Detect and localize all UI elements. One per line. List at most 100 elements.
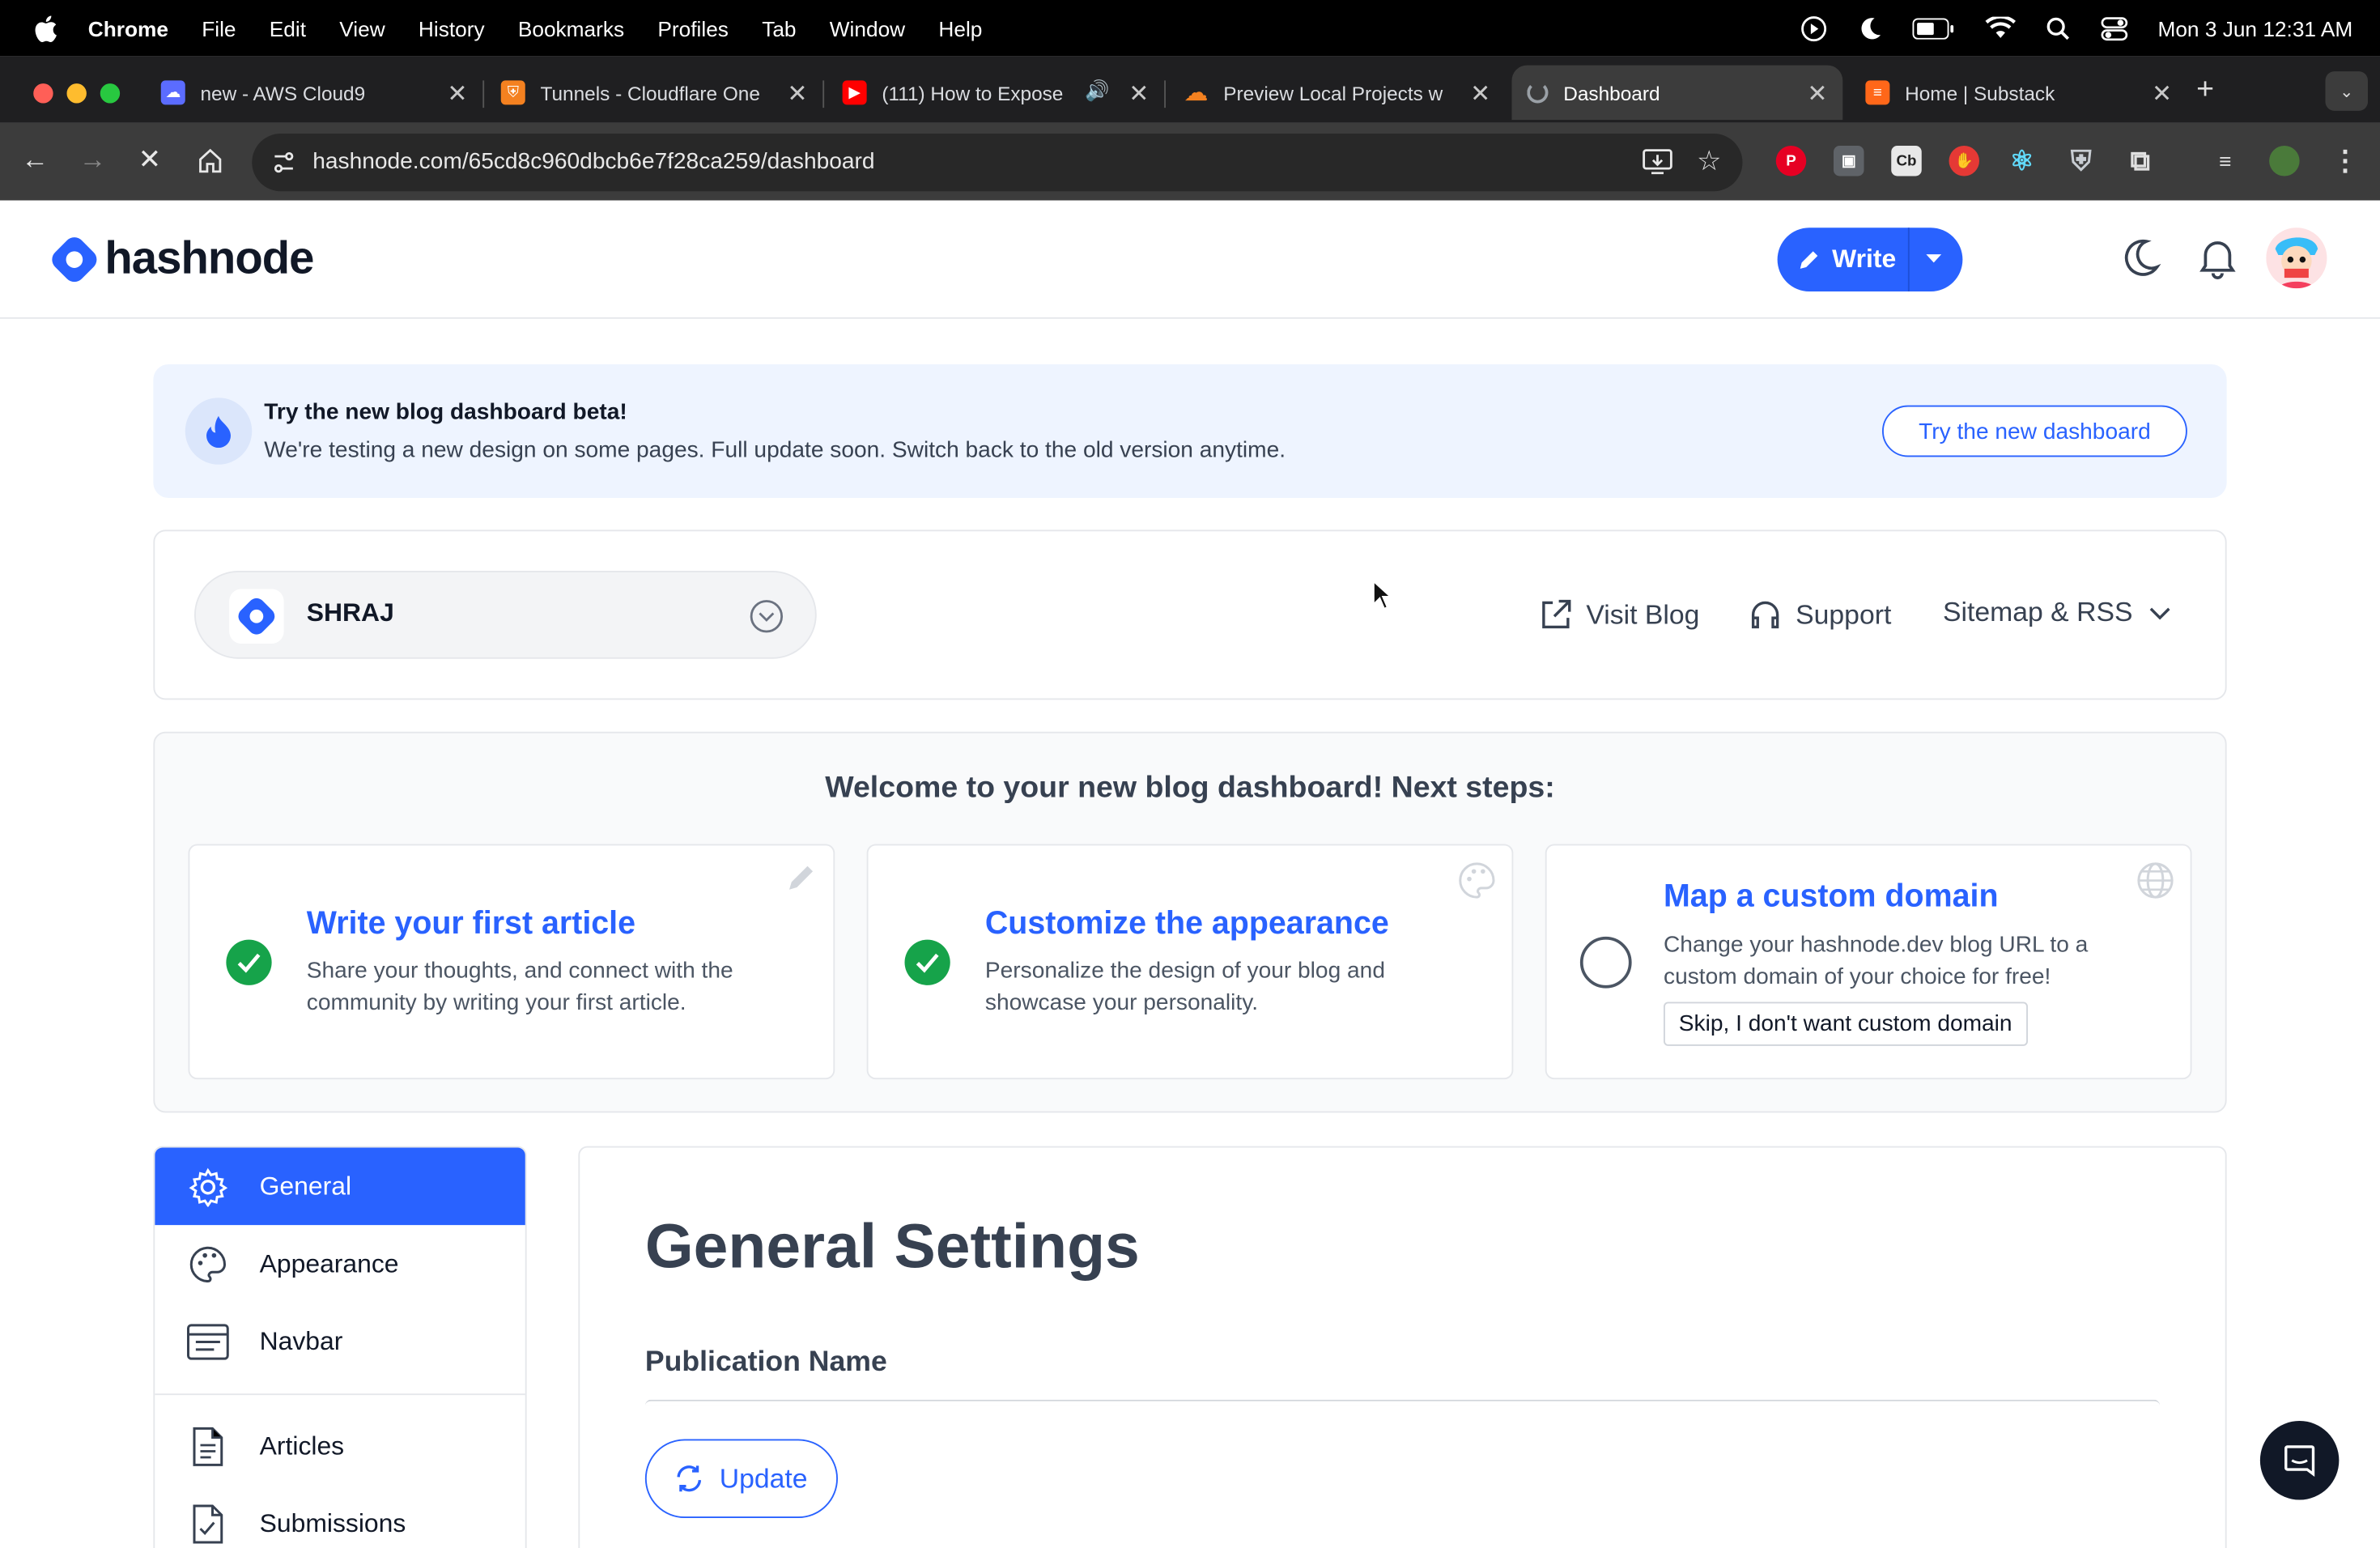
- menu-help[interactable]: Help: [938, 16, 982, 40]
- sidebar-item-submissions[interactable]: Submissions: [155, 1485, 525, 1548]
- sidebar-item-articles[interactable]: Articles: [155, 1407, 525, 1485]
- blog-selector[interactable]: SHRAJ: [194, 571, 817, 659]
- support-link[interactable]: Support: [1747, 597, 1891, 633]
- tab-search-button[interactable]: ⌄: [2325, 71, 2368, 111]
- support-label: Support: [1796, 598, 1892, 630]
- battery-icon[interactable]: [1911, 17, 1955, 39]
- sidebar-item-appearance[interactable]: Appearance: [155, 1225, 525, 1303]
- close-tab-icon[interactable]: ✕: [1807, 79, 1827, 110]
- tab-preview-local-projects[interactable]: ☁ Preview Local Projects w ✕: [1169, 66, 1506, 121]
- profile-avatar-icon[interactable]: [2269, 146, 2300, 176]
- url-text[interactable]: hashnode.com/65cd8c960dbcb6e7f28ca259/da…: [312, 149, 874, 175]
- skip-custom-domain-button[interactable]: Skip, I don't want custom domain: [1664, 1002, 2028, 1046]
- cloudflare-shield-icon: ⛨: [500, 80, 525, 105]
- install-app-icon[interactable]: [1643, 149, 1673, 176]
- step-title[interactable]: Customize the appearance: [985, 906, 1389, 942]
- step-card-write-article[interactable]: Write your first article Share your thou…: [188, 844, 835, 1080]
- react-icon[interactable]: ⚛: [2007, 145, 2038, 176]
- pinterest-icon[interactable]: P: [1775, 146, 1807, 176]
- macos-menubar: Chrome File Edit View History Bookmarks …: [0, 0, 2380, 57]
- update-label: Update: [719, 1462, 808, 1494]
- tab-title: new - AWS Cloud9: [200, 81, 366, 104]
- step-title[interactable]: Map a custom domain: [1664, 879, 1998, 916]
- navbar-icon: [187, 1320, 230, 1363]
- refresh-icon: [677, 1465, 702, 1492]
- spotlight-search-icon[interactable]: [2046, 16, 2070, 40]
- menu-bookmarks[interactable]: Bookmarks: [518, 16, 624, 40]
- minimize-window-button[interactable]: [66, 83, 87, 104]
- submissions-icon: [187, 1502, 230, 1545]
- home-icon[interactable]: [198, 147, 223, 173]
- tab-aws-cloud9[interactable]: ☁ new - AWS Cloud9 ✕: [146, 66, 485, 121]
- puzzle-icon[interactable]: ⧉: [2125, 145, 2156, 176]
- address-bar[interactable]: hashnode.com/65cd8c960dbcb6e7f28ca259/da…: [252, 134, 1743, 192]
- menu-tab[interactable]: Tab: [762, 16, 796, 40]
- forward-button[interactable]: →: [79, 144, 107, 176]
- user-avatar[interactable]: [2266, 228, 2327, 289]
- sidebar-item-navbar[interactable]: Navbar: [155, 1303, 525, 1380]
- menu-profiles[interactable]: Profiles: [657, 16, 729, 40]
- tab-substack[interactable]: ≡ Home | Substack ✕: [1851, 66, 2187, 121]
- menu-file[interactable]: File: [202, 16, 236, 40]
- notifications-bell-icon[interactable]: [2198, 237, 2238, 280]
- back-button[interactable]: ←: [21, 144, 49, 176]
- close-tab-icon[interactable]: ✕: [1128, 79, 1149, 110]
- menu-edit[interactable]: Edit: [270, 16, 306, 40]
- close-tab-icon[interactable]: ✕: [447, 79, 467, 110]
- close-tab-icon[interactable]: ✕: [2152, 79, 2172, 110]
- next-steps-heading: Welcome to your new blog dashboard! Next…: [825, 771, 1555, 805]
- dark-mode-moon-icon[interactable]: [2119, 237, 2162, 280]
- menu-window[interactable]: Window: [830, 16, 905, 40]
- close-window-button[interactable]: [33, 83, 53, 104]
- step-card-customize-appearance[interactable]: Customize the appearance Personalize the…: [866, 844, 1514, 1080]
- tab-dashboard-active[interactable]: Dashboard ✕: [1511, 65, 1843, 121]
- try-new-dashboard-button[interactable]: Try the new dashboard: [1882, 405, 2187, 457]
- tab-title: Dashboard: [1563, 81, 1660, 104]
- close-tab-icon[interactable]: ✕: [1470, 79, 1490, 110]
- focus-moon-icon[interactable]: [1857, 16, 1881, 40]
- kebab-menu-icon[interactable]: ⋮: [2330, 145, 2361, 176]
- menu-app-name[interactable]: Chrome: [88, 16, 168, 40]
- hand-icon[interactable]: ✋: [1949, 146, 1979, 176]
- reader-icon[interactable]: ▣: [1834, 146, 1864, 176]
- menubar-clock[interactable]: Mon 3 Jun 12:31 AM: [2157, 16, 2352, 40]
- write-button[interactable]: Write: [1777, 228, 1963, 291]
- brand-name: hashnode: [104, 233, 314, 284]
- cb-icon[interactable]: Cb: [1891, 146, 1922, 176]
- zoom-window-button[interactable]: [100, 83, 121, 104]
- cloudflare-cloud-icon: ☁: [1184, 80, 1209, 107]
- visit-blog-link[interactable]: Visit Blog: [1537, 597, 1699, 633]
- chevron-down-circle-icon[interactable]: [748, 598, 784, 635]
- screen-record-icon[interactable]: [1800, 15, 1827, 42]
- control-center-icon[interactable]: [2100, 16, 2127, 40]
- step-description: Personalize the design of your blog and …: [984, 958, 1385, 1016]
- blog-bar: SHRAJ Visit Blog Support Sitemap & RSS: [153, 529, 2227, 700]
- menu-view[interactable]: View: [339, 16, 385, 40]
- close-tab-icon[interactable]: ✕: [787, 79, 807, 110]
- bookmark-star-icon[interactable]: ☆: [1697, 146, 1721, 177]
- publication-name-input[interactable]: [644, 1399, 2161, 1406]
- hashnode-logo[interactable]: hashnode: [50, 234, 314, 286]
- sitemap-rss-dropdown[interactable]: Sitemap & RSS: [1943, 597, 2184, 628]
- menu-history[interactable]: History: [419, 16, 485, 40]
- new-tab-button[interactable]: +: [2196, 73, 2214, 108]
- reading-list-icon[interactable]: ≡: [2210, 146, 2241, 176]
- caret-down-icon[interactable]: [1923, 248, 1944, 269]
- pencil-icon: [789, 865, 814, 890]
- browser-tab-strip: ☁ new - AWS Cloud9 ✕ ⛨ Tunnels - Cloudfl…: [0, 56, 2380, 123]
- speaker-icon[interactable]: 🔊: [1085, 79, 1109, 104]
- step-title[interactable]: Write your first article: [307, 906, 635, 942]
- wifi-icon[interactable]: [1984, 16, 2016, 40]
- shield-icon[interactable]: ⛨: [2066, 145, 2097, 176]
- chat-support-button[interactable]: [2259, 1421, 2340, 1500]
- tab-cloudflare-tunnels[interactable]: ⛨ Tunnels - Cloudflare One ✕: [486, 66, 825, 121]
- tab-youtube[interactable]: ▶ (111) How to Expose 🔊 ✕: [827, 66, 1166, 121]
- sidebar-item-general[interactable]: General: [155, 1147, 525, 1226]
- stop-loading-button[interactable]: ✕: [138, 144, 161, 176]
- site-settings-icon[interactable]: [270, 149, 298, 176]
- step-card-custom-domain[interactable]: Map a custom domain Change your hashnode…: [1545, 844, 2192, 1080]
- update-button[interactable]: Update: [644, 1439, 838, 1518]
- apple-icon[interactable]: [33, 15, 57, 42]
- external-link-icon: [1542, 599, 1571, 629]
- tab-separator: [822, 80, 825, 108]
